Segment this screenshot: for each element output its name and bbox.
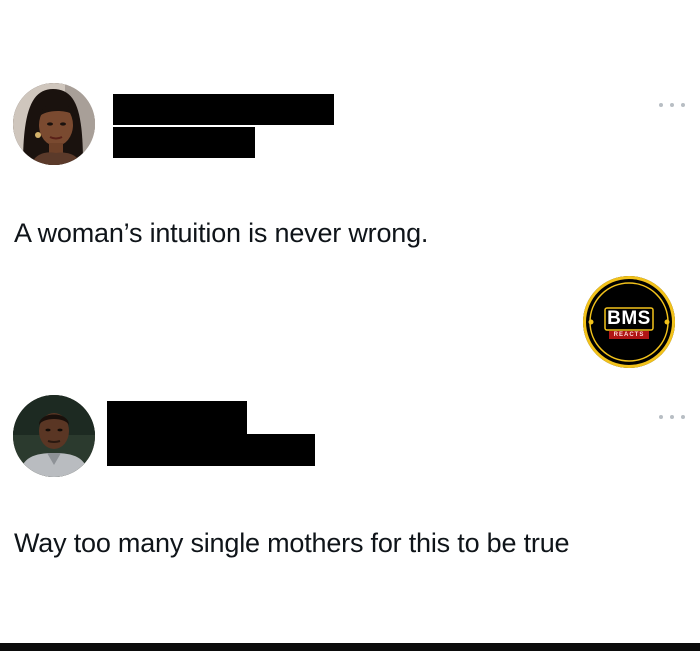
man-avatar-image xyxy=(13,395,95,477)
avatar-man[interactable] xyxy=(13,395,95,477)
post1-text: A woman’s intuition is never wrong. xyxy=(14,218,429,248)
bms-logo-subtext: REACTS xyxy=(613,332,645,338)
bottom-edge-bar xyxy=(0,643,700,651)
more-dots-icon[interactable] xyxy=(659,101,685,109)
woman-avatar-image xyxy=(13,83,95,165)
more-dots-icon[interactable] xyxy=(659,413,685,421)
post2-name-redacted xyxy=(107,401,247,434)
post2-text: Way too many single mothers for this to … xyxy=(14,528,570,558)
avatar-woman[interactable] xyxy=(13,83,95,165)
bms-logo-text: BMS xyxy=(607,308,651,329)
post2-handle-redacted xyxy=(107,434,315,466)
post1-handle-redacted xyxy=(113,127,255,158)
bms-reacts-logo: BMS REACTS xyxy=(583,276,675,368)
post1-name-redacted xyxy=(113,94,334,125)
